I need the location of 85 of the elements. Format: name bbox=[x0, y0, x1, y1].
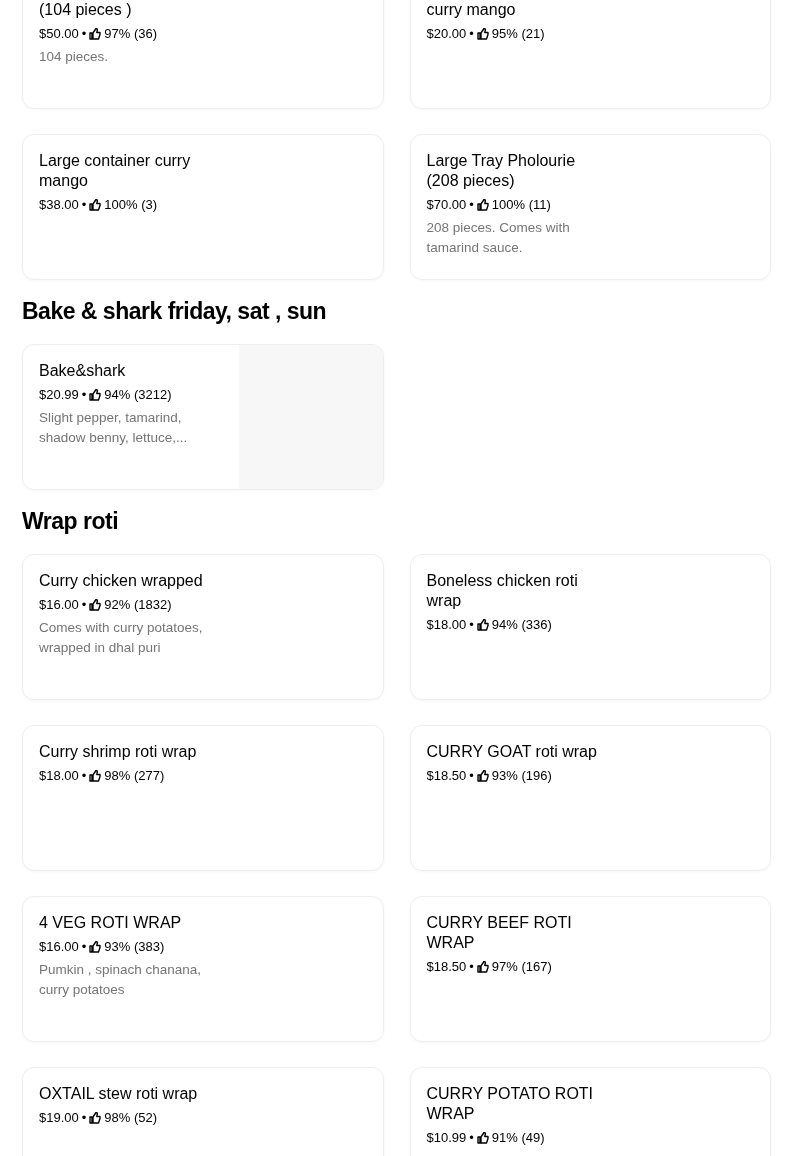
item-description: 104 pieces. bbox=[39, 48, 110, 66]
item-title: (104 pieces ) bbox=[39, 0, 133, 20]
menu-item-card[interactable]: Bake&shark $20.99 • 94% (3212) Slight pepper, tamarind, shadow benny, lettuce,... bbox=[22, 344, 384, 490]
thumbs-up-icon bbox=[89, 28, 102, 40]
item-title: CURRY POTATO ROTI WRAP bbox=[426, 1084, 595, 1124]
menu-item-card[interactable]: Curry shrimp roti wrap $18.00 • 98% (277) bbox=[22, 725, 384, 871]
section-heading: Wrap roti bbox=[22, 507, 120, 536]
thumbs-up-icon bbox=[476, 28, 489, 40]
item-price: $16.00 bbox=[39, 596, 79, 614]
item-rating: 93% (196) bbox=[491, 767, 552, 785]
item-title: Bake&shark bbox=[39, 361, 127, 381]
item-title: OXTAIL stew roti wrap bbox=[39, 1084, 199, 1104]
separator-dot: • bbox=[81, 25, 87, 43]
item-rating: 97% (167) bbox=[491, 958, 552, 976]
item-price: $18.50 bbox=[426, 767, 467, 785]
item-title: CURRY GOAT roti wrap bbox=[426, 742, 598, 762]
item-description: 208 pieces. Comes with tamarind sauce. bbox=[426, 219, 571, 257]
menu-item-card[interactable]: Large container curry mango $38.00 • 100% (3) bbox=[22, 134, 384, 280]
separator-dot: • bbox=[81, 386, 87, 404]
item-price: $19.00 bbox=[39, 1109, 79, 1127]
separator-dot: • bbox=[469, 1129, 474, 1147]
separator-dot: • bbox=[81, 767, 87, 785]
thumbs-up-icon bbox=[476, 619, 489, 631]
separator-dot: • bbox=[81, 596, 87, 614]
item-price: $38.00 bbox=[39, 196, 79, 214]
separator-dot: • bbox=[469, 958, 474, 976]
item-title: Boneless chicken roti wrap bbox=[426, 571, 579, 611]
menu-item-card[interactable]: (104 pieces ) $50.00 • 97% (36) 104 pieces. bbox=[22, 0, 384, 109]
separator-dot: • bbox=[81, 196, 87, 214]
item-description: Comes with curry potatoes, wrapped in dhal puri bbox=[39, 619, 204, 657]
item-rating: 98% (277) bbox=[104, 767, 165, 785]
menu-item-card[interactable]: CURRY GOAT roti wrap $18.50 • 93% (196) bbox=[409, 725, 771, 871]
item-price: $20.00 bbox=[426, 25, 467, 43]
item-title: 4 VEG ROTI WRAP bbox=[39, 913, 183, 933]
thumbs-up-icon bbox=[89, 199, 102, 211]
item-price: $18.00 bbox=[426, 616, 467, 634]
item-description: Pumkin , spinach chanana, curry potatoes bbox=[39, 961, 203, 999]
separator-dot: • bbox=[469, 196, 474, 214]
item-price: $50.00 bbox=[39, 25, 79, 43]
thumbs-up-icon bbox=[476, 961, 489, 973]
separator-dot: • bbox=[469, 25, 474, 43]
item-rating: 94% (336) bbox=[491, 616, 552, 634]
item-price: $18.50 bbox=[426, 958, 467, 976]
menu-item-card[interactable]: CURRY BEEF ROTI WRAP $18.50 • 97% (167) bbox=[409, 896, 771, 1042]
separator-dot: • bbox=[81, 938, 87, 956]
thumbs-up-icon bbox=[476, 1132, 489, 1144]
menu-item-card[interactable]: OXTAIL stew roti wrap $19.00 • 98% (52) bbox=[22, 1067, 384, 1156]
item-title: Curry chicken wrapped bbox=[39, 571, 204, 591]
thumbs-up-icon bbox=[89, 941, 102, 953]
item-title: curry mango bbox=[426, 0, 517, 20]
item-rating: 100% (11) bbox=[491, 196, 551, 214]
item-price: $70.00 bbox=[426, 196, 467, 214]
menu-item-card[interactable]: CURRY POTATO ROTI WRAP $10.99 • 91% (49) bbox=[409, 1067, 771, 1156]
menu-item-card[interactable]: Boneless chicken roti wrap $18.00 • 94% (336) bbox=[409, 554, 771, 700]
item-title: CURRY BEEF ROTI WRAP bbox=[426, 913, 573, 953]
thumbs-up-icon bbox=[476, 199, 489, 211]
thumbs-up-icon bbox=[89, 389, 102, 401]
menu-item-card[interactable]: 4 VEG ROTI WRAP $16.00 • 93% (383) Pumkin , spinach chanana, curry potatoes bbox=[22, 896, 384, 1042]
item-rating: 93% (383) bbox=[104, 938, 165, 956]
item-rating: 97% (36) bbox=[104, 25, 158, 43]
item-price: $16.00 bbox=[39, 938, 79, 956]
menu-item-card[interactable]: curry mango $20.00 • 95% (21) bbox=[409, 0, 771, 109]
separator-dot: • bbox=[469, 616, 474, 634]
item-title: Curry shrimp roti wrap bbox=[39, 742, 198, 762]
item-description: Slight pepper, tamarind, shadow benny, lettuce,... bbox=[39, 409, 189, 447]
item-rating: 92% (1832) bbox=[104, 596, 172, 614]
menu-item-card[interactable]: Large Tray Pholourie (208 pieces) $70.00 • 100% (11) 208 pieces. Comes with tamarind sauce. bbox=[409, 134, 771, 280]
item-rating: 98% (52) bbox=[104, 1109, 158, 1127]
item-price: $10.99 bbox=[426, 1129, 467, 1147]
section-heading: Bake & shark friday, sat , sun bbox=[22, 297, 328, 326]
separator-dot: • bbox=[469, 767, 474, 785]
item-rating: 94% (3212) bbox=[104, 386, 172, 404]
thumbs-up-icon bbox=[476, 770, 489, 782]
separator-dot: • bbox=[81, 1109, 87, 1127]
thumbs-up-icon bbox=[89, 1112, 102, 1124]
thumbs-up-icon bbox=[89, 599, 102, 611]
item-title: Large Tray Pholourie (208 pieces) bbox=[426, 151, 577, 191]
item-price: $20.99 bbox=[39, 386, 79, 404]
item-rating: 95% (21) bbox=[491, 25, 545, 43]
item-rating: 100% (3) bbox=[104, 196, 158, 214]
item-price: $18.00 bbox=[39, 767, 79, 785]
menu-item-card[interactable]: Curry chicken wrapped $16.00 • 92% (1832) Comes with curry potatoes, wrapped in dhal puri bbox=[22, 554, 384, 700]
thumbs-up-icon bbox=[89, 770, 102, 782]
item-rating: 91% (49) bbox=[491, 1129, 545, 1147]
item-title: Large container curry mango bbox=[39, 151, 192, 191]
